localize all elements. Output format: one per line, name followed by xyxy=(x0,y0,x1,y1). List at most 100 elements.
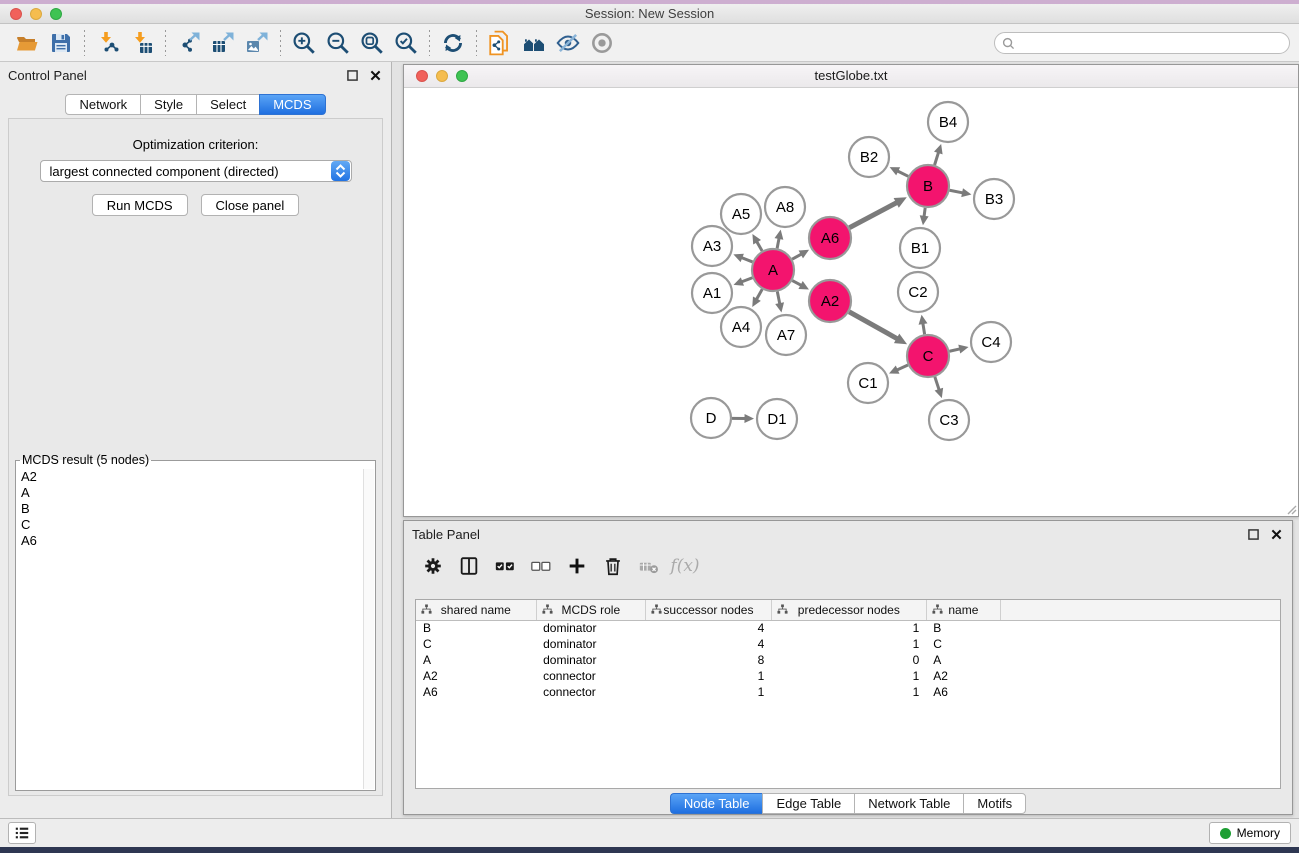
column-header-predecessor-nodes[interactable]: predecessor nodes xyxy=(771,600,926,620)
export-table-button[interactable] xyxy=(206,28,240,58)
tab-network-table[interactable]: Network Table xyxy=(854,793,963,814)
run-mcds-button[interactable]: Run MCDS xyxy=(92,194,188,216)
graph-node-B4[interactable]: B4 xyxy=(928,102,968,142)
result-scrollbar[interactable] xyxy=(363,469,374,789)
delete-column-button[interactable] xyxy=(598,552,628,580)
result-item[interactable]: B xyxy=(17,501,363,517)
table-row[interactable]: A6connector11A6 xyxy=(416,684,1280,700)
resize-grip-icon[interactable] xyxy=(1285,503,1297,515)
result-item[interactable]: A2 xyxy=(17,469,363,485)
edge-B-B3[interactable] xyxy=(950,190,964,193)
result-item[interactable]: A6 xyxy=(17,533,363,549)
tab-node-table[interactable]: Node Table xyxy=(670,793,763,814)
show-column-button[interactable] xyxy=(454,552,484,580)
column-header-shared-name[interactable]: shared name xyxy=(416,600,536,620)
task-history-button[interactable] xyxy=(8,822,36,844)
tab-style[interactable]: Style xyxy=(140,94,196,115)
memory-button[interactable]: Memory xyxy=(1209,822,1291,844)
edge-C-C3[interactable] xyxy=(935,377,939,390)
edge-A-A6[interactable] xyxy=(792,254,801,259)
tab-edge-table[interactable]: Edge Table xyxy=(762,793,854,814)
close-panel-icon[interactable] xyxy=(368,68,383,83)
edge-A2-C[interactable] xyxy=(849,312,897,339)
table-row[interactable]: A2connector11A2 xyxy=(416,668,1280,684)
save-session-button[interactable] xyxy=(44,28,78,58)
graph-node-B2[interactable]: B2 xyxy=(849,137,889,177)
tab-mcds[interactable]: MCDS xyxy=(259,94,325,115)
zoom-selected-button[interactable] xyxy=(389,28,423,58)
graph-node-A4[interactable]: A4 xyxy=(721,307,761,347)
graph-node-C2[interactable]: C2 xyxy=(898,272,938,312)
hide-selected-button[interactable] xyxy=(551,28,585,58)
tab-motifs[interactable]: Motifs xyxy=(963,793,1026,814)
export-image-button[interactable] xyxy=(240,28,274,58)
criterion-dropdown[interactable]: largest connected component (directed) xyxy=(40,160,352,182)
edge-A6-B[interactable] xyxy=(849,202,897,227)
graph-node-D1[interactable]: D1 xyxy=(757,399,797,439)
graph-node-A3[interactable]: A3 xyxy=(692,226,732,266)
result-item[interactable]: C xyxy=(17,517,363,533)
zoom-fit-button[interactable] xyxy=(355,28,389,58)
edge-A-A4[interactable] xyxy=(756,289,762,299)
edge-C-C1[interactable] xyxy=(897,365,908,370)
graph-node-C3[interactable]: C3 xyxy=(929,400,969,440)
edge-A-A3[interactable] xyxy=(741,258,752,262)
table-row[interactable]: Cdominator41C xyxy=(416,636,1280,652)
node-label: A6 xyxy=(821,230,839,247)
export-network-button[interactable] xyxy=(172,28,206,58)
float-table-panel-icon[interactable] xyxy=(1246,527,1261,542)
table-settings-button[interactable] xyxy=(418,552,448,580)
graph-node-A1[interactable]: A1 xyxy=(692,273,732,313)
column-header-MCDS-role[interactable]: MCDS role xyxy=(536,600,645,620)
result-item[interactable]: A xyxy=(17,485,363,501)
search-field[interactable] xyxy=(994,32,1290,54)
edge-B-B1[interactable] xyxy=(924,208,925,217)
graph-node-B3[interactable]: B3 xyxy=(974,179,1014,219)
refresh-layout-button[interactable] xyxy=(436,28,470,58)
edge-A-A1[interactable] xyxy=(741,278,752,282)
graph-node-A7[interactable]: A7 xyxy=(766,315,806,355)
graph-node-C1[interactable]: C1 xyxy=(848,363,888,403)
create-column-button[interactable] xyxy=(562,552,592,580)
graph-node-A8[interactable]: A8 xyxy=(765,187,805,227)
graph-node-D[interactable]: D xyxy=(691,398,731,438)
import-network-button[interactable] xyxy=(91,28,125,58)
network-canvas[interactable]: A A1 A2 A3 A4 A5 A6 A7 A8 B B1 B2 B3B4 C C1 C2 C3C4 D D1 xyxy=(404,88,1298,516)
edge-B-B2[interactable] xyxy=(897,171,908,176)
graph-node-A2[interactable]: A2 xyxy=(809,280,851,322)
edge-B-B4[interactable] xyxy=(935,152,939,165)
edge-C-C4[interactable] xyxy=(949,349,960,351)
graph-node-C4[interactable]: C4 xyxy=(971,322,1011,362)
column-header-successor-nodes[interactable]: successor nodes xyxy=(646,600,772,620)
graph-node-A5[interactable]: A5 xyxy=(721,194,761,234)
table-row[interactable]: Bdominator41B xyxy=(416,620,1280,636)
new-network-from-selection-button[interactable] xyxy=(483,28,517,58)
table-row[interactable]: Adominator80A xyxy=(416,652,1280,668)
first-neighbors-button[interactable] xyxy=(517,28,551,58)
graph-node-A[interactable]: A xyxy=(752,249,794,291)
edge-A-A2[interactable] xyxy=(792,281,801,286)
show-all-button[interactable] xyxy=(585,28,619,58)
search-input[interactable] xyxy=(1020,36,1289,50)
edge-A-A7[interactable] xyxy=(777,292,780,305)
graph-node-A6[interactable]: A6 xyxy=(809,217,851,259)
select-all-columns-button[interactable] xyxy=(490,552,520,580)
graph-node-C[interactable]: C xyxy=(907,335,949,377)
zoom-in-button[interactable] xyxy=(287,28,321,58)
zoom-out-button[interactable] xyxy=(321,28,355,58)
edge-A-A5[interactable] xyxy=(757,241,762,251)
table-panel-header: Table Panel xyxy=(404,521,1292,547)
close-panel-button[interactable]: Close panel xyxy=(201,194,300,216)
float-panel-icon[interactable] xyxy=(345,68,360,83)
deselect-all-columns-button[interactable] xyxy=(526,552,556,580)
close-table-panel-icon[interactable] xyxy=(1269,527,1284,542)
graph-node-B[interactable]: B xyxy=(907,165,949,207)
import-table-button[interactable] xyxy=(125,28,159,58)
open-session-button[interactable] xyxy=(10,28,44,58)
graph-node-B1[interactable]: B1 xyxy=(900,228,940,268)
column-header-name[interactable]: name xyxy=(926,600,1000,620)
tab-network[interactable]: Network xyxy=(65,94,140,115)
tab-select[interactable]: Select xyxy=(196,94,259,115)
edge-C-C2[interactable] xyxy=(923,323,925,334)
edge-A-A8[interactable] xyxy=(777,238,779,248)
